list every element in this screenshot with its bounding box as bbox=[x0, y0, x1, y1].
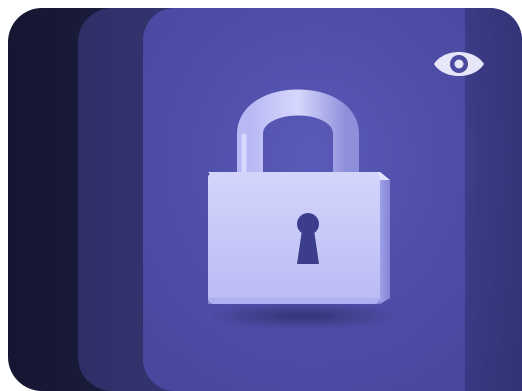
security-illustration bbox=[0, 0, 522, 391]
lock-icon bbox=[208, 89, 398, 330]
eye-icon[interactable] bbox=[432, 46, 486, 82]
